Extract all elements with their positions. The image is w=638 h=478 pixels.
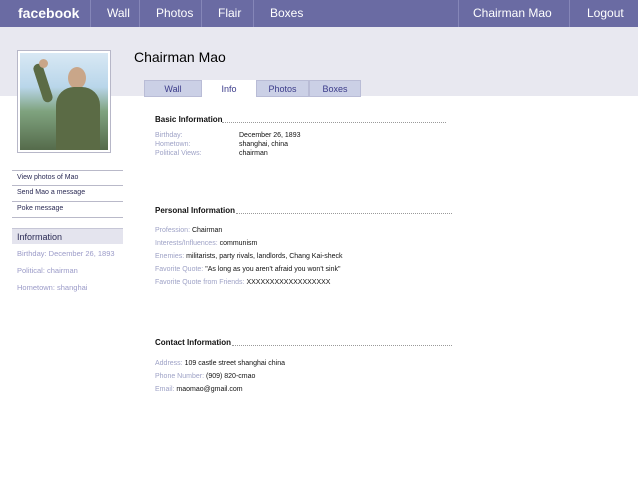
field-value[interactable]: maomao@gmail.com [176,386,242,393]
contact-row-address: Address: 109 castle street shanghai chin… [155,359,285,368]
field-value: (909) 820-cmao [205,373,256,380]
personal-row-interests: Interests/Influences: communism [155,239,257,248]
profile-photo[interactable] [17,50,111,153]
field-value: XXXXXXXXXXXXXXXXXX [246,279,331,286]
send-message-link[interactable]: Send Mao a message [12,186,123,202]
field-value: 109 castle street shanghai china [184,360,285,367]
nav-link-photos[interactable]: Photos [156,0,193,27]
personal-row-enemies: Enemies: militarists, party rivals, land… [155,252,343,261]
field-value: Chairman [191,227,223,234]
sidebar-info-box: Information Birthday: December 26, 1893 … [12,228,123,296]
view-photos-link[interactable]: View photos of Mao [12,170,123,186]
nav-divider [201,0,202,27]
tab-info[interactable]: Info [202,80,256,97]
basic-row-political: Political Views: [155,149,202,158]
field-label: Political Views: [155,150,202,157]
nav-link-wall[interactable]: Wall [107,0,130,27]
nav-link-boxes[interactable]: Boxes [270,0,303,27]
contact-info-section: Contact Information [155,338,452,348]
poke-link[interactable]: Poke message [12,202,123,218]
nav-divider [569,0,570,27]
photo-figure-head [68,67,86,89]
tab-wall[interactable]: Wall [144,80,202,97]
basic-row-birthday: Birthday: [155,131,183,140]
field-value: chairman [239,150,268,157]
section-divider [236,213,452,214]
field-label: Enemies: [155,253,185,260]
field-value: shanghai, china [239,141,289,148]
personal-row-profession: Profession: Chairman [155,226,222,235]
sidebar-birthday: Birthday: December 26, 1893 [17,249,115,258]
nav-link-flair[interactable]: Flair [218,0,241,27]
tab-photos[interactable]: Photos [256,80,309,97]
basic-info-title: Basic Information [155,115,223,124]
contact-row-email: Email: maomao@gmail.com [155,385,243,394]
contact-row-phone: Phone Number: (909) 820-cmao [155,372,255,381]
facebook-logo[interactable]: facebook [18,0,79,27]
field-value: December 26, 1893 [239,132,301,139]
field-label: Phone Number: [155,373,205,380]
top-nav-bar: facebook Wall Photos Flair Boxes Chairma… [0,0,638,27]
basic-info-section: Basic Information [155,115,446,125]
contact-info-title: Contact Information [155,338,231,347]
field-label: Address: [155,360,183,367]
field-label: Profession: [155,227,191,234]
sidebar-political: Political: chairman [17,266,78,275]
basic-row-hometown: Hometown: [155,140,190,149]
profile-photo-image [20,53,108,150]
field-label: Hometown: [155,141,191,148]
profile-actions: View photos of Mao Send Mao a message Po… [12,170,123,218]
sidebar-hometown: Hometown: shanghai [17,283,88,292]
field-label: Favorite Quote from Friends: [155,279,245,286]
profile-name: Chairman Mao [134,49,226,65]
field-label: Email: [155,386,175,393]
field-label: Interests/Influences: [155,240,218,247]
photo-figure-body [56,87,100,150]
section-divider [232,345,452,346]
field-label: Favorite Quote: [155,266,204,273]
tab-boxes[interactable]: Boxes [309,80,361,97]
nav-divider [90,0,91,27]
field-value: communism [219,240,258,247]
nav-divider [458,0,459,27]
field-label: Birthday: [155,132,183,139]
section-divider [222,122,446,123]
photo-figure-arm [32,62,54,104]
personal-info-title: Personal Information [155,206,236,215]
sidebar-info-title: Information [12,228,123,244]
nav-divider [139,0,140,27]
field-value: militarists, party rivals, landlords, Ch… [186,253,343,260]
logout-link[interactable]: Logout [587,0,624,27]
field-value: "As long as you aren't afraid you won't … [205,266,341,273]
photo-figure-hand [39,59,48,68]
nav-divider [253,0,254,27]
personal-info-section: Personal Information [155,206,452,216]
personal-row-friend-quote: Favorite Quote from Friends: XXXXXXXXXXX… [155,278,330,287]
nav-user-name[interactable]: Chairman Mao [473,0,552,27]
personal-row-quote: Favorite Quote: "As long as you aren't a… [155,265,340,274]
